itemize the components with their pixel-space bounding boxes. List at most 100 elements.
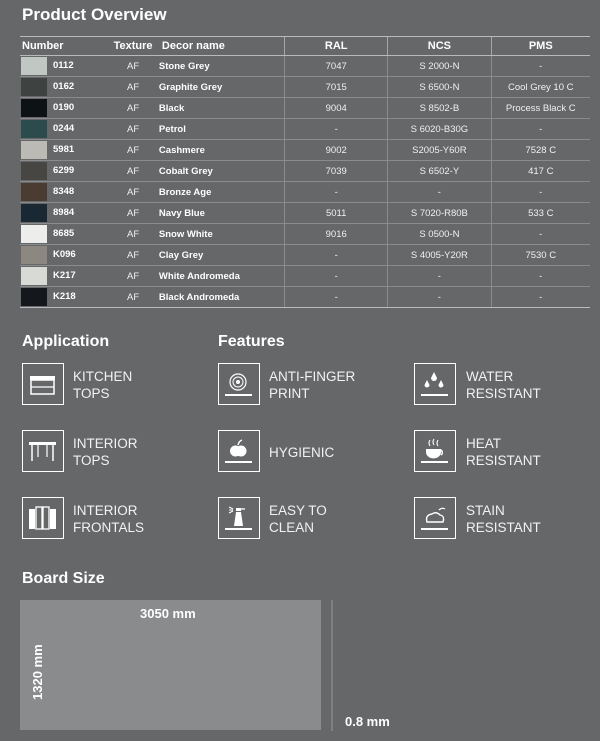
- ral-cell: 9004: [284, 97, 388, 119]
- anti-finger-print-label: ANTI-FINGER PRINT: [269, 369, 356, 401]
- texture-cell: AF: [107, 286, 159, 308]
- decor-name-cell: Cobalt Grey: [158, 160, 285, 182]
- number-cell: 6299: [20, 160, 108, 182]
- decor-name-cell: Snow White: [158, 223, 285, 245]
- table-row: 6299 AF Cobalt Grey 7039 S 6502-Y 417 C: [20, 160, 590, 182]
- color-swatch: [21, 183, 47, 201]
- color-swatch: [21, 120, 47, 138]
- column-header-ral: RAL: [284, 36, 388, 56]
- ral-cell: -: [284, 286, 388, 308]
- color-swatch: [21, 57, 47, 75]
- texture-cell: AF: [107, 223, 159, 245]
- pms-cell: -: [490, 223, 590, 245]
- pms-cell: 533 C: [490, 202, 590, 224]
- board-thickness-line: [331, 600, 333, 731]
- number-cell: 5981: [20, 139, 108, 161]
- column-header-ncs: NCS: [387, 36, 492, 56]
- ral-cell: -: [284, 118, 388, 140]
- ncs-cell: S 6020-B30G: [387, 118, 492, 140]
- column-header-texture: Texture: [107, 36, 159, 56]
- texture-cell: AF: [107, 76, 159, 98]
- pms-cell: 417 C: [490, 160, 590, 182]
- number-cell: K096: [20, 244, 108, 266]
- number-cell: 0162: [20, 76, 108, 98]
- texture-cell: AF: [107, 181, 159, 203]
- decor-name-cell: Black: [158, 97, 285, 119]
- number-cell: K218: [20, 286, 108, 308]
- texture-cell: AF: [107, 265, 159, 287]
- texture-cell: AF: [107, 160, 159, 182]
- table-row: 0162 AF Graphite Grey 7015 S 6500-N Cool Grey…: [20, 76, 590, 98]
- ncs-cell: S 0500-N: [387, 223, 492, 245]
- ncs-cell: S 6502-Y: [387, 160, 492, 182]
- pms-cell: -: [490, 118, 590, 140]
- ncs-cell: -: [387, 181, 492, 203]
- table-row: 0244 AF Petrol - S 6020-B30G -: [20, 118, 590, 140]
- pms-cell: 7530 C: [490, 244, 590, 266]
- table-header-row: Number Texture Decor name RAL NCS PMS: [20, 36, 590, 56]
- number-cell: 0112: [20, 55, 108, 77]
- column-header-number: Number: [20, 36, 108, 56]
- fingerprint-icon: [218, 363, 260, 405]
- column-header-decor: Decor name: [158, 36, 285, 56]
- heat-resistant-label: HEAT RESISTANT: [466, 436, 541, 468]
- color-swatch: [21, 99, 47, 117]
- stain-resistant-label: STAIN RESISTANT: [466, 503, 541, 535]
- apple-icon: [218, 430, 260, 472]
- decor-name-cell: Stone Grey: [158, 55, 285, 77]
- pms-cell: -: [490, 181, 590, 203]
- number-cell: 0244: [20, 118, 108, 140]
- water-resistant-label: WATER RESISTANT: [466, 369, 541, 401]
- color-swatch: [21, 78, 47, 96]
- decor-name-cell: Cashmere: [158, 139, 285, 161]
- ral-cell: 7039: [284, 160, 388, 182]
- ral-cell: 7047: [284, 55, 388, 77]
- ncs-cell: -: [387, 265, 492, 287]
- ral-cell: 9016: [284, 223, 388, 245]
- board-size-heading: Board Size: [22, 570, 105, 587]
- board-thickness-label: 0.8 mm: [345, 714, 390, 729]
- color-swatch: [21, 225, 47, 243]
- board-height-label: 1320 mm: [30, 644, 45, 700]
- decor-name-cell: Clay Grey: [158, 244, 285, 266]
- pms-cell: Process Black C: [490, 97, 590, 119]
- application-heading: Application: [22, 333, 110, 350]
- table-row: K218 AF Black Andromeda - - -: [20, 286, 590, 308]
- color-swatch: [21, 267, 47, 285]
- number-cell: 8685: [20, 223, 108, 245]
- kitchen-tops-icon: [22, 363, 64, 405]
- pms-cell: -: [490, 55, 590, 77]
- hot-cup-icon: [414, 430, 456, 472]
- pms-cell: 7528 C: [490, 139, 590, 161]
- interior-tops-label: INTERIOR TOPS: [73, 436, 138, 468]
- stain-icon: [414, 497, 456, 539]
- decor-name-cell: Black Andromeda: [158, 286, 285, 308]
- texture-cell: AF: [107, 139, 159, 161]
- ncs-cell: S 8502-B: [387, 97, 492, 119]
- color-swatch: [21, 246, 47, 264]
- pms-cell: -: [490, 286, 590, 308]
- column-header-pms: PMS: [490, 36, 590, 56]
- ncs-cell: S 6500-N: [387, 76, 492, 98]
- ncs-cell: S 7020-R80B: [387, 202, 492, 224]
- number-cell: 8348: [20, 181, 108, 203]
- texture-cell: AF: [107, 202, 159, 224]
- texture-cell: AF: [107, 118, 159, 140]
- features-heading: Features: [218, 333, 285, 350]
- decor-name-cell: Petrol: [158, 118, 285, 140]
- ral-cell: 7015: [284, 76, 388, 98]
- table-row: 8348 AF Bronze Age - - -: [20, 181, 590, 203]
- ral-cell: -: [284, 265, 388, 287]
- table-row: 5981 AF Cashmere 9002 S2005-Y60R 7528 C: [20, 139, 590, 161]
- interior-tops-icon: [22, 430, 64, 472]
- spray-bottle-icon: [218, 497, 260, 539]
- table-row: 8984 AF Navy Blue 5011 S 7020-R80B 533 C: [20, 202, 590, 224]
- color-swatch: [21, 141, 47, 159]
- table-row: K096 AF Clay Grey - S 4005-Y20R 7530 C: [20, 244, 590, 266]
- ncs-cell: -: [387, 286, 492, 308]
- water-drops-icon: [414, 363, 456, 405]
- color-swatch: [21, 162, 47, 180]
- interior-frontals-label: INTERIOR FRONTALS: [73, 503, 145, 535]
- page-title: Product Overview: [22, 5, 167, 24]
- ncs-cell: S2005-Y60R: [387, 139, 492, 161]
